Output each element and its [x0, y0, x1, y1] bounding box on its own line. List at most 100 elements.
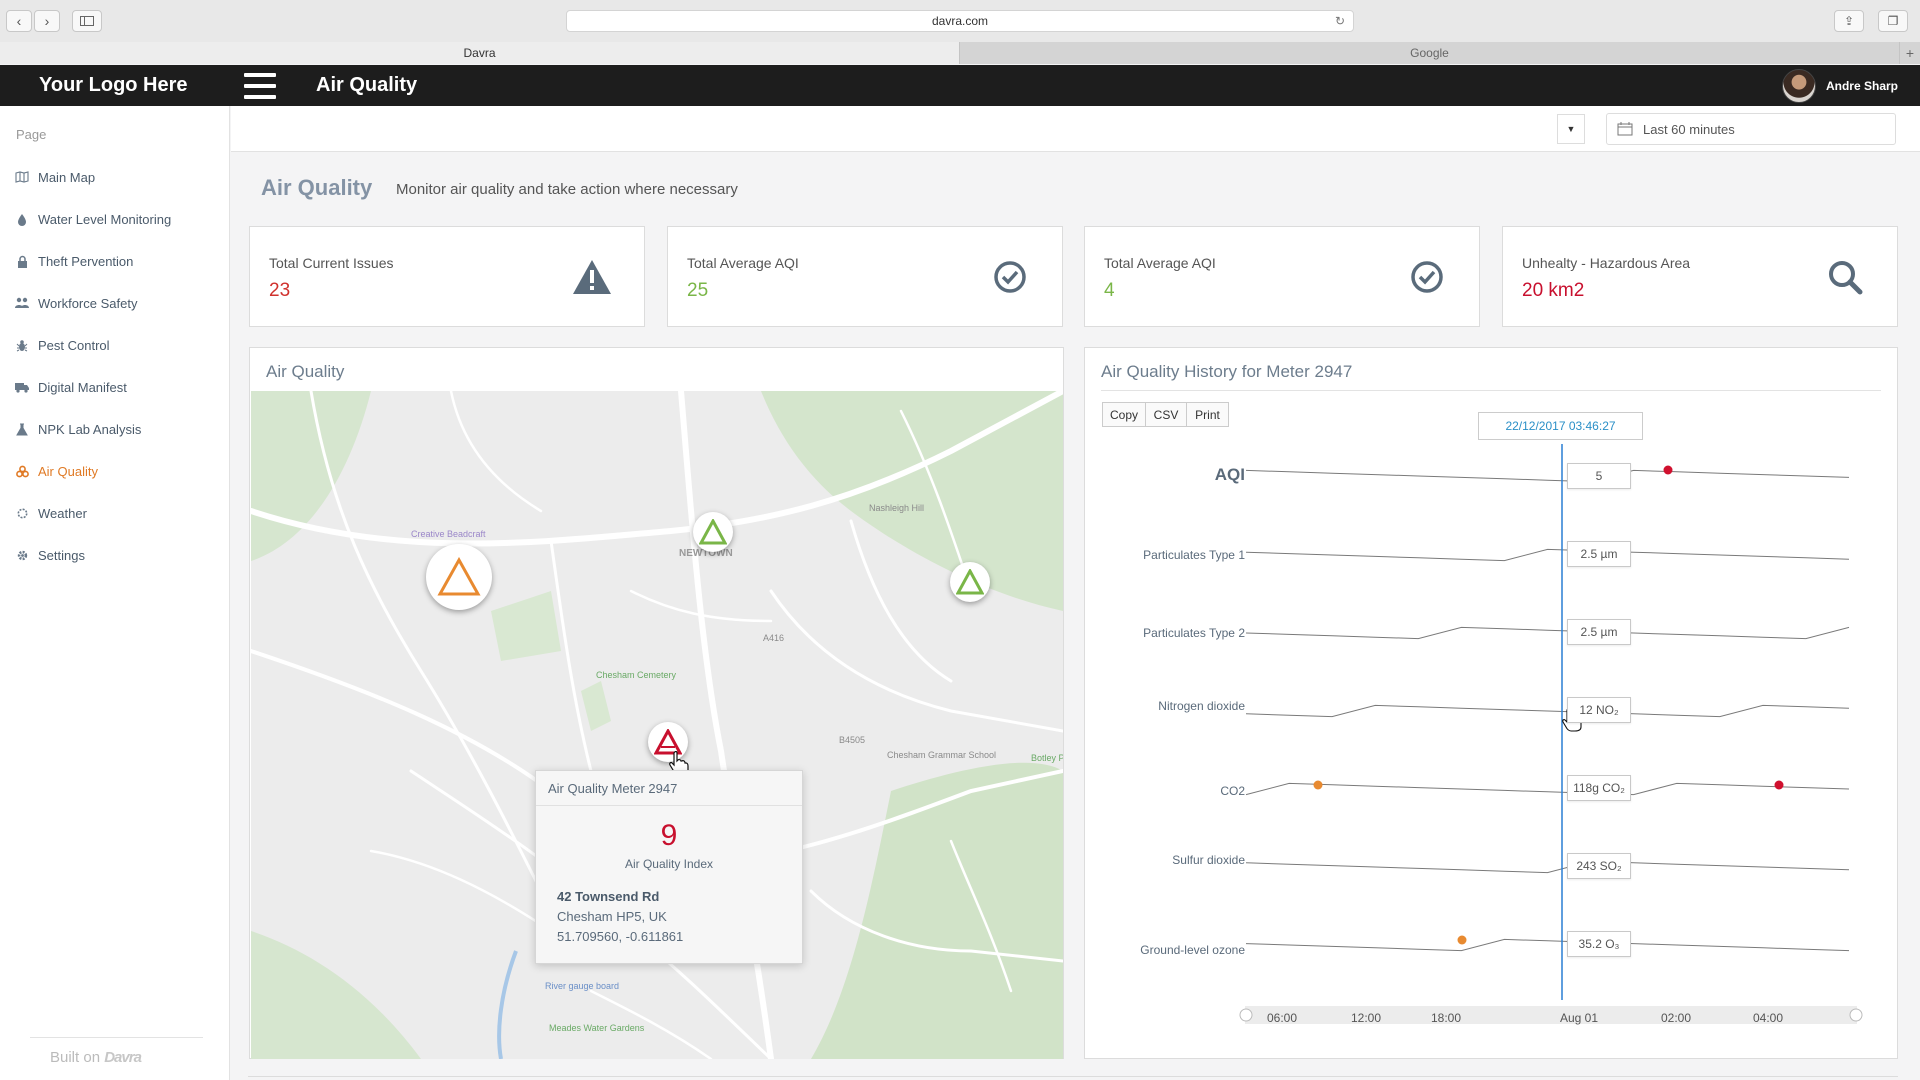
- flask-icon: [14, 422, 30, 436]
- sidebar-item-label: Workforce Safety: [38, 295, 138, 311]
- warning-point[interactable]: [1313, 780, 1323, 790]
- warning-triangle-icon: [437, 557, 481, 596]
- truck-icon: [14, 380, 30, 394]
- x-tick: 04:00: [1753, 1011, 1784, 1025]
- drop-icon: [14, 212, 30, 226]
- x-tick: 18:00: [1431, 1011, 1462, 1025]
- built-on-text: Built on: [50, 1049, 101, 1066]
- stat-value: 4: [1104, 280, 1115, 301]
- series-line: [1245, 548, 1850, 562]
- sidebar-item-label: Water Level Monitoring: [38, 211, 172, 227]
- biohazard-icon: [14, 464, 30, 478]
- hamburger-icon-bar: [244, 73, 276, 77]
- sidebar-item-main-map[interactable]: Main Map: [14, 166, 95, 188]
- stat-card-hazardous-area: Unhealty - Hazardous Area 20 km2: [1502, 226, 1898, 327]
- sun-icon: [14, 506, 30, 520]
- back-button[interactable]: ‹: [6, 10, 32, 32]
- address-bar[interactable]: davra.com ↻: [566, 10, 1354, 32]
- sidebar-item-air-quality[interactable]: Air Quality: [14, 460, 98, 482]
- stat-label: Total Current Issues: [269, 255, 394, 271]
- alert-point[interactable]: [1774, 780, 1784, 790]
- forward-button[interactable]: ›: [34, 10, 60, 32]
- url-text: davra.com: [931, 14, 989, 28]
- user-name[interactable]: Andre Sharp: [1826, 79, 1898, 93]
- series-value-nitrogen-dioxide: 12 NO₂: [1567, 697, 1631, 723]
- sidebar-item-water-level[interactable]: Water Level Monitoring: [14, 208, 171, 230]
- stat-card-issues: Total Current Issues 23: [249, 226, 645, 327]
- series-label-particulates-2: Particulates Type 2: [1143, 626, 1245, 640]
- sidebar-item-settings[interactable]: Settings: [14, 544, 85, 566]
- warning-icon: [572, 257, 612, 297]
- hamburger-icon-bar: [244, 84, 276, 88]
- series-value-aqi: 5: [1567, 463, 1631, 489]
- avatar[interactable]: [1781, 69, 1816, 103]
- scroll-handle-left[interactable]: [1239, 1008, 1253, 1022]
- map-marker-green[interactable]: [693, 512, 733, 552]
- series-label-sulfur-dioxide: Sulfur dioxide: [1172, 853, 1245, 867]
- stat-card-average-aqi-2: Total Average AQI 4: [1084, 226, 1480, 327]
- search-icon: [1825, 257, 1865, 297]
- sidebar-item-label: Theft Pervention: [38, 253, 134, 269]
- tab-google[interactable]: Google: [960, 42, 1900, 64]
- check-circle-icon: [990, 257, 1030, 297]
- app-title: Air Quality: [316, 74, 418, 96]
- date-range-value: Last 60 minutes: [1643, 121, 1735, 137]
- tabs-overview-button[interactable]: ❐: [1878, 10, 1908, 32]
- sidebar-item-weather[interactable]: Weather: [14, 502, 87, 524]
- map-label-road: B4505: [839, 735, 865, 745]
- series-label-particulates-1: Particulates Type 1: [1143, 548, 1245, 562]
- davra-brand[interactable]: Davra: [104, 1049, 142, 1066]
- page-title: Air Quality: [261, 175, 373, 200]
- new-tab-button[interactable]: +: [1900, 42, 1920, 64]
- alert-point[interactable]: [1663, 465, 1673, 475]
- series-line: [1245, 469, 1850, 483]
- series-label-ozone: Ground-level ozone: [1140, 943, 1245, 957]
- sidebar-item-workforce[interactable]: Workforce Safety: [14, 292, 137, 314]
- sidebar-item-manifest[interactable]: Digital Manifest: [14, 376, 127, 398]
- stat-card-average-aqi-1: Total Average AQI 25: [667, 226, 1063, 327]
- scroll-handle-right[interactable]: [1849, 1008, 1863, 1022]
- warning-triangle-icon: [956, 569, 984, 595]
- share-button[interactable]: ⇪: [1834, 10, 1864, 32]
- stat-value: 25: [687, 280, 709, 301]
- filter-bar: ▼ Last 60 minutes: [231, 106, 1920, 152]
- map-marker-green[interactable]: [950, 562, 990, 602]
- filter-dropdown[interactable]: ▼: [1557, 114, 1585, 144]
- sidebar-item-theft[interactable]: Theft Pervention: [14, 250, 133, 272]
- reload-icon[interactable]: ↻: [1335, 11, 1345, 32]
- stat-label: Total Average AQI: [1104, 255, 1216, 271]
- map-marker-orange[interactable]: [426, 544, 492, 610]
- user-menu[interactable]: Andre Sharp: [1781, 69, 1898, 103]
- series-label-nitrogen-dioxide: Nitrogen dioxide: [1158, 699, 1245, 713]
- popup-divider: [536, 805, 802, 806]
- popup-aqi-label: Air Quality Index: [624, 857, 714, 871]
- popup-aqi-value: 9: [660, 819, 678, 852]
- logo[interactable]: Your Logo Here: [39, 74, 188, 97]
- series-line: [1245, 860, 1850, 874]
- series-value-co2: 118g CO₂: [1567, 775, 1631, 801]
- panel-title: Air Quality: [266, 362, 345, 381]
- series-line: [1245, 704, 1850, 718]
- x-tick: 12:00: [1351, 1011, 1382, 1025]
- app-header: Your Logo Here Air Quality Andre Sharp: [0, 65, 1920, 106]
- warning-point[interactable]: [1457, 935, 1467, 945]
- sidebar-item-label: Digital Manifest: [38, 379, 127, 395]
- x-tick: 06:00: [1267, 1011, 1298, 1025]
- map-icon: [14, 170, 30, 184]
- map-label-road: Nashleigh Hill: [869, 503, 924, 513]
- bug-icon: [14, 338, 30, 352]
- date-range-picker[interactable]: Last 60 minutes: [1606, 113, 1896, 145]
- gear-icon: [14, 548, 30, 562]
- menu-toggle-button[interactable]: [244, 71, 276, 101]
- popup-title: Air Quality Meter 2947: [548, 781, 678, 796]
- sidebar-item-pest[interactable]: Pest Control: [14, 334, 110, 356]
- tab-davra[interactable]: Davra: [0, 42, 960, 64]
- sidebar-item-npk[interactable]: NPK Lab Analysis: [14, 418, 141, 440]
- sidebar-item-label: Air Quality: [38, 463, 98, 479]
- sidebar-toggle-button[interactable]: [72, 10, 102, 32]
- tab-strip: Davra Google +: [0, 42, 1920, 64]
- share-icon: ⇪: [1843, 14, 1855, 28]
- stat-label: Unhealty - Hazardous Area: [1522, 255, 1691, 271]
- sidebar-item-label: Weather: [38, 505, 87, 521]
- x-tick: Aug 01: [1560, 1011, 1599, 1025]
